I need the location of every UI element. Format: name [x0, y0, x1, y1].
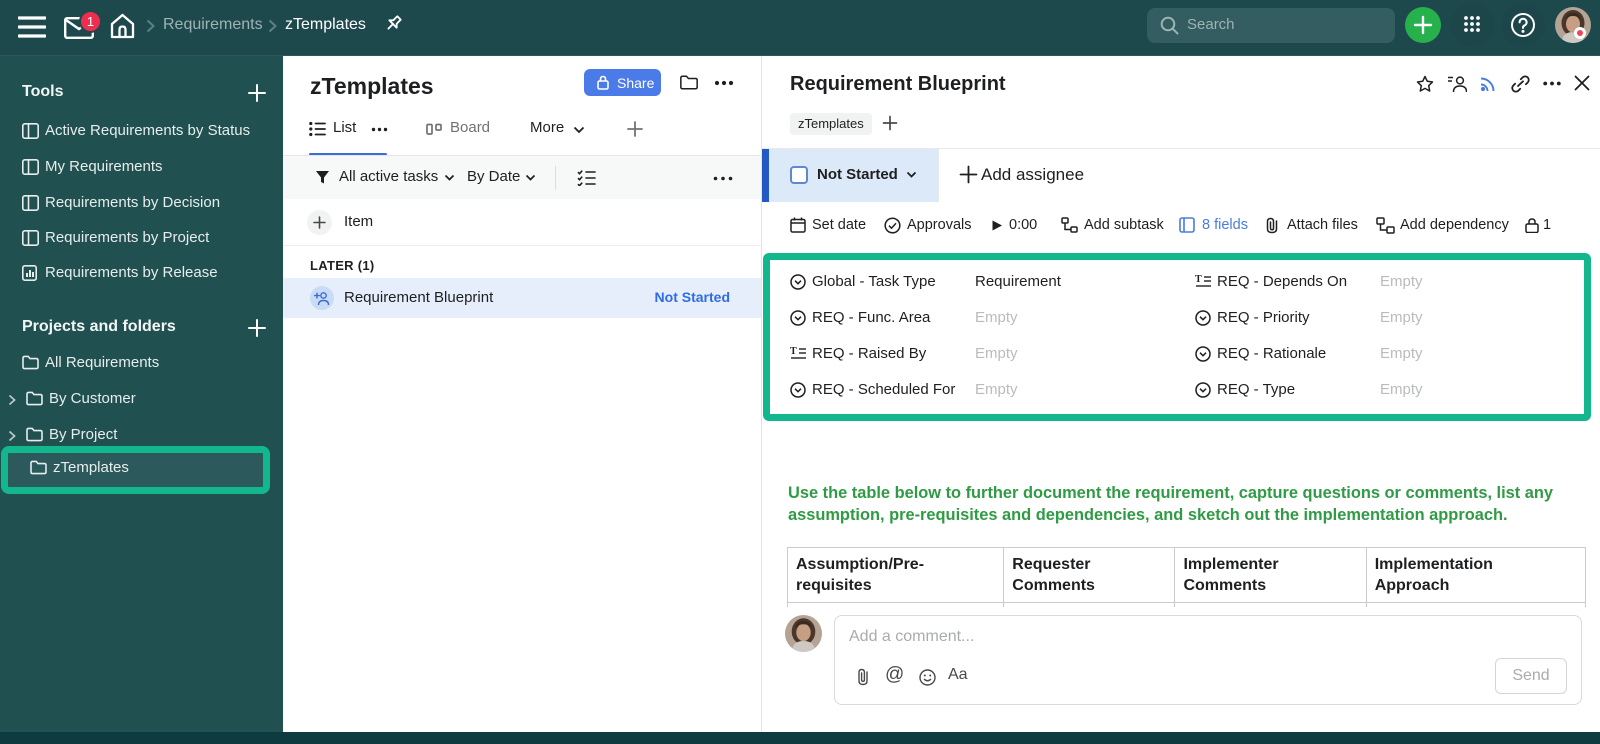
svg-text:T: T — [1195, 274, 1202, 285]
svg-text:T: T — [790, 346, 797, 357]
